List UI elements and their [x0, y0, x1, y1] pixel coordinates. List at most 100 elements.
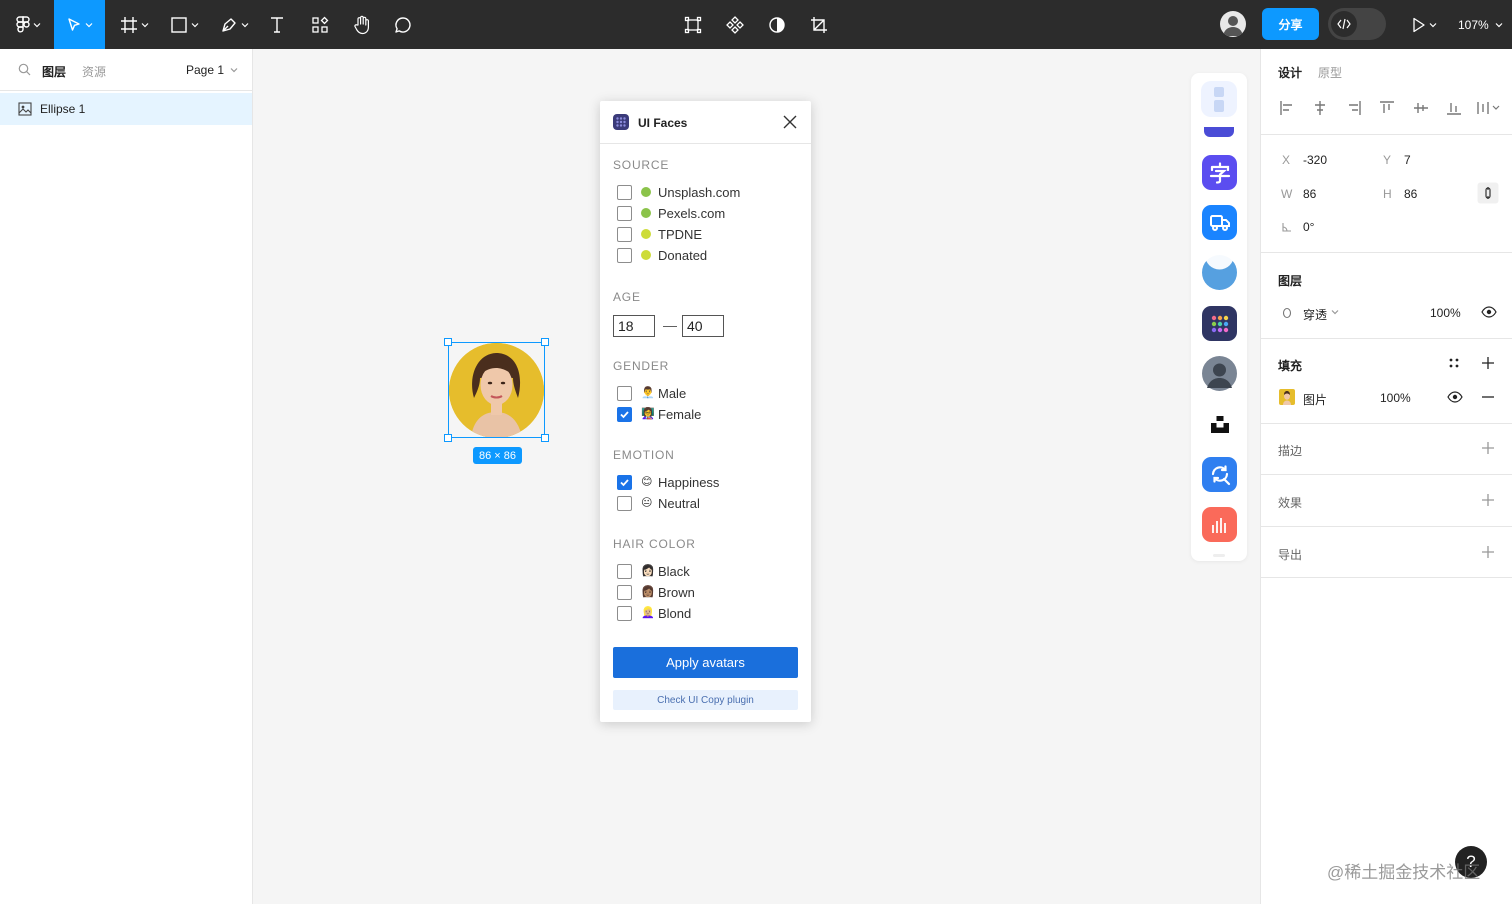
- age-min-input[interactable]: 18: [613, 315, 655, 337]
- fill-type-label[interactable]: 图片: [1303, 391, 1327, 408]
- height-input[interactable]: 86: [1404, 187, 1417, 201]
- src-option[interactable]: Unsplash.com: [617, 183, 740, 201]
- blend-mode-select[interactable]: 穿透: [1303, 306, 1327, 323]
- main-menu-button[interactable]: [8, 0, 48, 49]
- fill-opacity-input[interactable]: 100%: [1380, 391, 1411, 405]
- checkbox[interactable]: [617, 184, 632, 200]
- layer-row-ellipse[interactable]: Ellipse 1: [0, 93, 252, 125]
- checkbox[interactable]: [617, 205, 632, 221]
- dock-plugin-typography[interactable]: [1202, 155, 1237, 190]
- checkbox[interactable]: [617, 247, 632, 263]
- align-vertical-center-icon[interactable]: [1413, 100, 1429, 116]
- dock-plugin-avatar[interactable]: [1202, 356, 1237, 391]
- checkbox[interactable]: [617, 563, 632, 579]
- tab-prototype[interactable]: 原型: [1318, 64, 1342, 81]
- checkbox[interactable]: [617, 584, 632, 600]
- add-stroke-icon[interactable]: [1481, 441, 1495, 455]
- comment-tool-button[interactable]: [390, 0, 416, 49]
- gender-option[interactable]: 👨‍💼 Male: [617, 384, 686, 402]
- add-effect-icon[interactable]: [1481, 493, 1495, 507]
- hair-option[interactable]: 👩🏽 Brown: [617, 583, 695, 601]
- width-input[interactable]: 86: [1303, 187, 1316, 201]
- present-button[interactable]: [1404, 0, 1444, 49]
- frame-tool-button[interactable]: [114, 0, 154, 49]
- x-input[interactable]: -320: [1303, 153, 1327, 167]
- text-tool-button[interactable]: [264, 0, 290, 49]
- layer-section-title: 图层: [1278, 274, 1303, 288]
- crop-button[interactable]: [806, 0, 832, 49]
- resize-handle-bottom-left[interactable]: [444, 434, 452, 442]
- rotation-input[interactable]: 0°: [1303, 220, 1314, 234]
- align-right-icon[interactable]: [1346, 100, 1362, 116]
- tab-design[interactable]: 设计: [1278, 64, 1302, 81]
- distribute-icon[interactable]: [1476, 100, 1502, 116]
- fill-image-thumbnail[interactable]: [1279, 389, 1295, 405]
- align-left-icon[interactable]: [1279, 100, 1295, 116]
- add-fill-icon[interactable]: [1481, 356, 1495, 370]
- constrain-proportions-icon[interactable]: [1477, 182, 1499, 204]
- checkbox[interactable]: [617, 474, 632, 490]
- src-option[interactable]: Donated: [617, 246, 707, 264]
- gender-option[interactable]: 👩‍🏫 Female: [617, 405, 701, 423]
- dock-plugin-circle[interactable]: [1202, 255, 1237, 290]
- code-icon: [1337, 18, 1351, 30]
- page-selector[interactable]: Page 1: [186, 63, 238, 77]
- style-grid-icon[interactable]: [1448, 357, 1460, 369]
- hair-option[interactable]: 👩🏻 Black: [617, 562, 690, 580]
- eye-icon[interactable]: [1447, 390, 1463, 404]
- divider: [1261, 474, 1512, 475]
- dev-mode-toggle[interactable]: [1328, 8, 1386, 40]
- component-tool-button[interactable]: [680, 0, 706, 49]
- pen-tool-button[interactable]: [214, 0, 254, 49]
- move-tool-button[interactable]: [54, 0, 105, 49]
- hand-tool-button[interactable]: [348, 0, 376, 49]
- emotion-option[interactable]: 😐 Neutral: [617, 494, 700, 512]
- checkbox[interactable]: [617, 226, 632, 242]
- resize-handle-top-right[interactable]: [541, 338, 549, 346]
- truck-icon: [1209, 214, 1230, 231]
- create-component-button[interactable]: [722, 0, 748, 49]
- emotion-option[interactable]: 😊 Happiness: [617, 473, 719, 491]
- ui-copy-plugin-link[interactable]: Check UI Copy plugin: [613, 690, 798, 710]
- checkbox[interactable]: [617, 495, 632, 511]
- align-bottom-icon[interactable]: [1446, 100, 1462, 116]
- dock-plugin-chart[interactable]: [1202, 507, 1237, 542]
- stroke-section-title: 描边: [1278, 444, 1303, 458]
- tab-assets[interactable]: 资源: [82, 63, 106, 80]
- eye-icon[interactable]: [1481, 305, 1497, 319]
- w-label: W: [1281, 187, 1293, 201]
- layer-opacity-input[interactable]: 100%: [1430, 306, 1461, 320]
- dock-plugin-ui-faces[interactable]: [1202, 306, 1237, 341]
- tab-layers[interactable]: 图层: [42, 63, 66, 80]
- age-max-input[interactable]: 40: [682, 315, 724, 337]
- remove-fill-icon[interactable]: [1481, 390, 1495, 404]
- y-input[interactable]: 7: [1404, 153, 1411, 167]
- align-top-icon[interactable]: [1379, 100, 1395, 116]
- resize-handle-bottom-right[interactable]: [541, 434, 549, 442]
- dock-scroll-top-item[interactable]: [1201, 81, 1237, 117]
- src-option[interactable]: Pexels.com: [617, 204, 725, 222]
- dock-plugin-delivery[interactable]: [1202, 205, 1237, 240]
- layers-panel-tabs: 图层 资源 Page 1: [0, 49, 252, 91]
- dock-plugin-unsplash[interactable]: [1202, 406, 1237, 441]
- user-avatar[interactable]: [1220, 11, 1246, 37]
- emoji-icon: 😊: [641, 476, 653, 488]
- apply-avatars-button[interactable]: Apply avatars: [613, 647, 798, 678]
- dock-plugin-search[interactable]: [1202, 457, 1237, 492]
- add-export-icon[interactable]: [1481, 545, 1495, 559]
- checkbox[interactable]: [617, 406, 632, 422]
- resources-button[interactable]: [306, 0, 334, 49]
- checkbox[interactable]: [617, 385, 632, 401]
- mask-button[interactable]: [764, 0, 790, 49]
- close-icon[interactable]: [781, 113, 799, 131]
- align-horizontal-center-icon[interactable]: [1312, 100, 1328, 116]
- checkbox[interactable]: [617, 605, 632, 621]
- hair-option[interactable]: 👱🏼‍♀️ Blond: [617, 604, 691, 622]
- share-button[interactable]: 分享: [1262, 8, 1319, 40]
- resize-handle-top-left[interactable]: [444, 338, 452, 346]
- zoom-menu[interactable]: 107%: [1458, 0, 1503, 49]
- src-option[interactable]: TPDNE: [617, 225, 702, 243]
- watermark-text: @稀土掘金技术社区: [1327, 863, 1481, 882]
- search-icon[interactable]: [18, 63, 31, 76]
- shape-tool-button[interactable]: [164, 0, 204, 49]
